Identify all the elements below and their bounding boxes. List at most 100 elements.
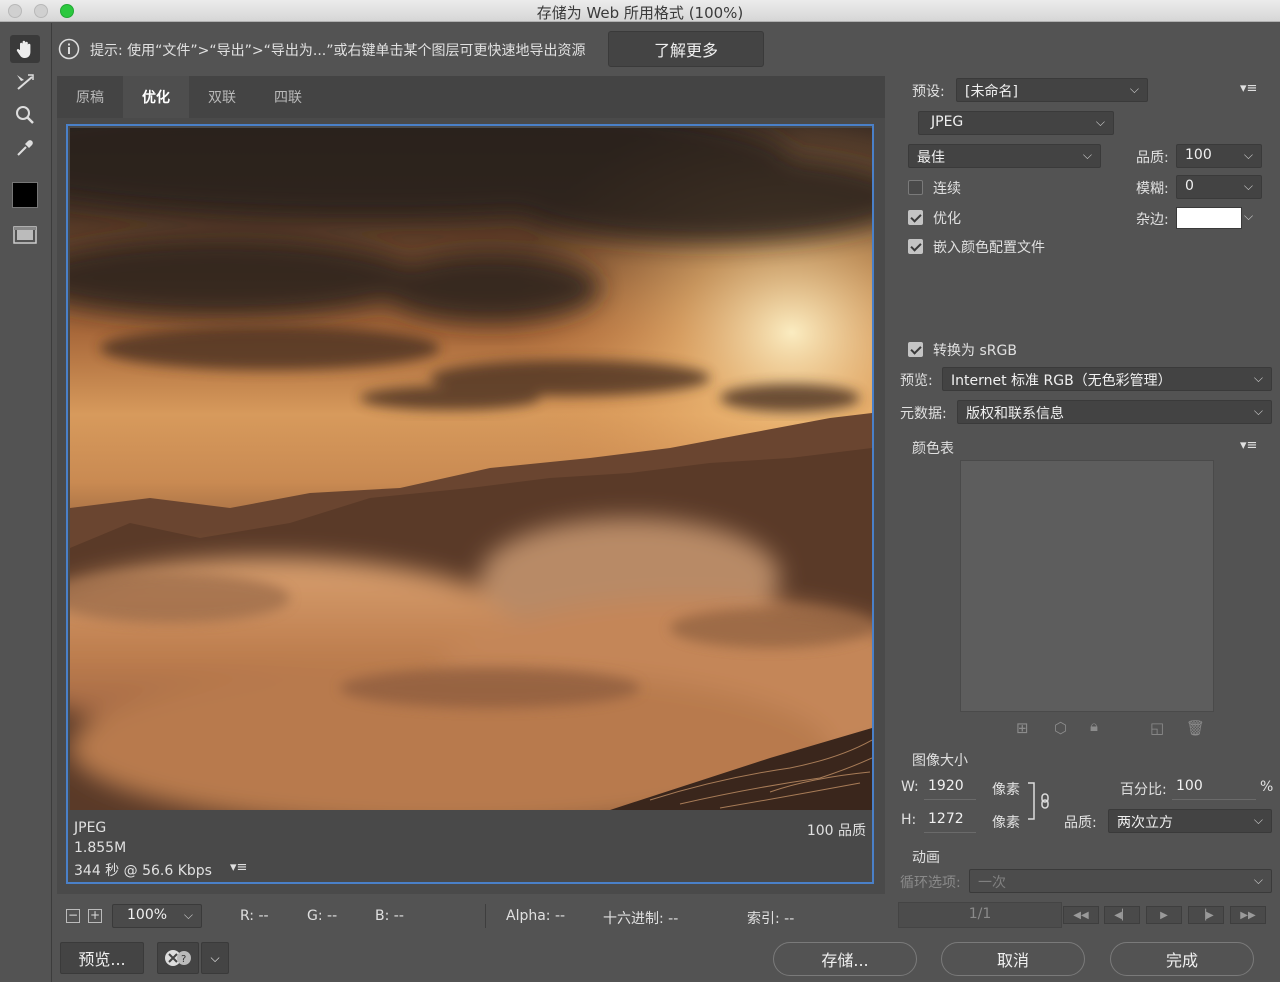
matte-color-swatch[interactable] <box>1176 207 1242 229</box>
optimize-menu-icon[interactable]: ▾≡ <box>1240 81 1257 96</box>
new-color-icon[interactable]: ◱ <box>1150 719 1164 737</box>
file-format-select[interactable]: JPEG ⌵ <box>918 111 1114 135</box>
tab-optimized[interactable]: 优化 <box>123 76 189 118</box>
alpha-value: Alpha: -- <box>506 908 566 924</box>
browser-dropdown-chevron-icon[interactable]: ⌵ <box>201 942 229 974</box>
view-tabs: 原稿 优化 双联 四联 <box>57 76 885 118</box>
hint-bar: 提示: 使用“文件”>“导出”>“导出为...”或右键单击某个图层可更快速地导出… <box>52 23 1280 73</box>
loop-options-select[interactable]: 一次 ⌵ <box>969 869 1272 893</box>
lock-color-icon[interactable]: 🔒︎ <box>1090 717 1098 735</box>
width-input[interactable]: 1920 <box>924 776 976 800</box>
file-format-value: JPEG <box>931 114 964 130</box>
learn-more-button[interactable]: 了解更多 <box>608 31 764 67</box>
preset-value: [未命名] <box>965 84 1018 100</box>
constrain-proportions-link-icon[interactable] <box>1026 781 1056 821</box>
preview-profile-value: Internet 标准 RGB（无色彩管理） <box>951 373 1172 389</box>
color-table-grid[interactable] <box>960 460 1214 712</box>
preset-select[interactable]: [未命名] ⌵ <box>956 78 1148 102</box>
color-table-label: 颜色表 <box>912 441 954 457</box>
embed-profile-label: 嵌入颜色配置文件 <box>933 240 1045 256</box>
resample-quality-select[interactable]: 两次立方 ⌵ <box>1108 809 1272 833</box>
eyedropper-tool-icon[interactable] <box>10 134 40 162</box>
chevron-down-icon: ⌵ <box>1243 148 1253 162</box>
embed-profile-checkbox[interactable] <box>908 239 923 254</box>
index-value: 索引: -- <box>747 911 795 927</box>
chevron-down-icon: ⌵ <box>1253 813 1263 827</box>
map-to-web-palette-icon[interactable]: ⊞ <box>1016 719 1029 737</box>
compression-quality-select[interactable]: 最佳 ⌵ <box>908 144 1101 168</box>
progressive-checkbox[interactable] <box>908 180 923 195</box>
first-frame-icon[interactable]: ◀◀ <box>1063 906 1099 924</box>
quality-input[interactable]: 100 ⌵ <box>1176 144 1262 168</box>
height-unit: 像素 <box>992 815 1020 831</box>
percent-input[interactable]: 100 <box>1172 776 1256 800</box>
metadata-value: 版权和联系信息 <box>966 406 1064 422</box>
metadata-label: 元数据: <box>900 406 947 422</box>
matte-chevron-down-icon[interactable]: ⌵ <box>1244 209 1253 224</box>
previous-frame-icon[interactable]: ◀▏ <box>1104 906 1140 924</box>
blur-label: 模糊: <box>1136 181 1169 197</box>
status-divider <box>485 904 486 928</box>
zoom-tool-icon[interactable] <box>10 101 40 129</box>
tab-2-up[interactable]: 双联 <box>189 76 255 118</box>
height-input[interactable]: 1272 <box>924 809 976 833</box>
animation-frame-counter: 1/1 <box>898 902 1062 928</box>
toggle-slices-visibility-icon[interactable] <box>10 221 40 249</box>
preview-file-size: 1.855M <box>74 840 127 856</box>
zoom-out-button[interactable]: − <box>66 909 80 923</box>
info-icon <box>58 38 80 60</box>
browser-select-icon[interactable]: ? <box>157 942 199 974</box>
compression-quality-value: 最佳 <box>917 150 945 166</box>
preview-download-time: 344 秒 @ 56.6 Kbps <box>74 863 212 879</box>
chevron-down-icon: ⌵ <box>1253 371 1263 385</box>
chevron-down-icon: ⌵ <box>1243 179 1253 193</box>
blur-input[interactable]: 0 ⌵ <box>1176 175 1262 199</box>
color-table-menu-icon[interactable]: ▾≡ <box>1240 438 1257 453</box>
title-bar: 存储为 Web 所用格式 (100%) <box>0 0 1280 22</box>
tab-original[interactable]: 原稿 <box>57 76 123 118</box>
zoom-level-value: 100% <box>127 907 168 923</box>
svg-text:?: ? <box>181 954 186 965</box>
percent-label: 百分比: <box>1120 782 1167 798</box>
next-frame-icon[interactable]: ▕▶ <box>1188 906 1224 924</box>
hex-value: 十六进制: -- <box>603 911 679 927</box>
percent-unit: % <box>1260 779 1274 795</box>
matte-label: 杂边: <box>1136 212 1169 228</box>
height-label: H: <box>901 812 917 828</box>
red-value: R: -- <box>240 908 269 924</box>
hand-tool-icon[interactable] <box>10 35 40 63</box>
chevron-down-icon: ⌵ <box>1253 873 1263 887</box>
convert-srgb-label: 转换为 sRGB <box>933 343 1017 359</box>
preview-in-browser-button[interactable]: 预览... <box>60 942 144 974</box>
convert-srgb-checkbox[interactable] <box>908 342 923 357</box>
eyedropper-color-swatch[interactable] <box>10 181 40 209</box>
play-icon[interactable]: ▶ <box>1146 906 1182 924</box>
zoom-level-select[interactable]: 100% ⌵ <box>112 904 202 928</box>
status-bar: − + 100% ⌵ R: -- G: -- B: -- Alpha: -- 十六… <box>57 900 885 932</box>
download-speed-menu-icon[interactable]: ▾≡ <box>230 860 247 875</box>
trash-icon[interactable]: 🗑︎ <box>1186 719 1205 737</box>
preview-image[interactable] <box>70 128 872 810</box>
blur-value: 0 <box>1185 178 1194 194</box>
last-frame-icon[interactable]: ▶▶ <box>1230 906 1266 924</box>
settings-panel: 预设: [未命名] ⌵ ▾≡ JPEG ⌵ 最佳 ⌵ 品质: 100 ⌵ 连续 模糊: … <box>890 73 1280 982</box>
preview-profile-select[interactable]: Internet 标准 RGB（无色彩管理） ⌵ <box>942 367 1272 391</box>
chevron-down-icon: ⌵ <box>1095 115 1105 129</box>
progressive-label: 连续 <box>933 181 961 197</box>
green-value: G: -- <box>307 908 338 924</box>
metadata-select[interactable]: 版权和联系信息 ⌵ <box>957 400 1272 424</box>
window-title: 存储为 Web 所用格式 (100%) <box>536 4 744 22</box>
preview-profile-label: 预览: <box>900 373 933 389</box>
tool-bar <box>0 23 52 982</box>
optimized-checkbox[interactable] <box>908 210 923 225</box>
web-shift-cube-icon[interactable]: ⬡ <box>1054 719 1067 737</box>
zoom-in-button[interactable]: + <box>88 909 102 923</box>
tab-4-up[interactable]: 四联 <box>255 76 321 118</box>
preview-quality: 100 品质 <box>806 823 866 839</box>
animation-title: 动画 <box>912 850 940 866</box>
optimized-preview-pane[interactable]: JPEG 1.855M 344 秒 @ 56.6 Kbps ▾≡ 100 品质 <box>66 124 874 884</box>
width-unit: 像素 <box>992 782 1020 798</box>
slice-select-tool-icon[interactable] <box>10 68 40 96</box>
resample-quality-label: 品质: <box>1064 815 1097 831</box>
optimized-label: 优化 <box>933 211 961 227</box>
